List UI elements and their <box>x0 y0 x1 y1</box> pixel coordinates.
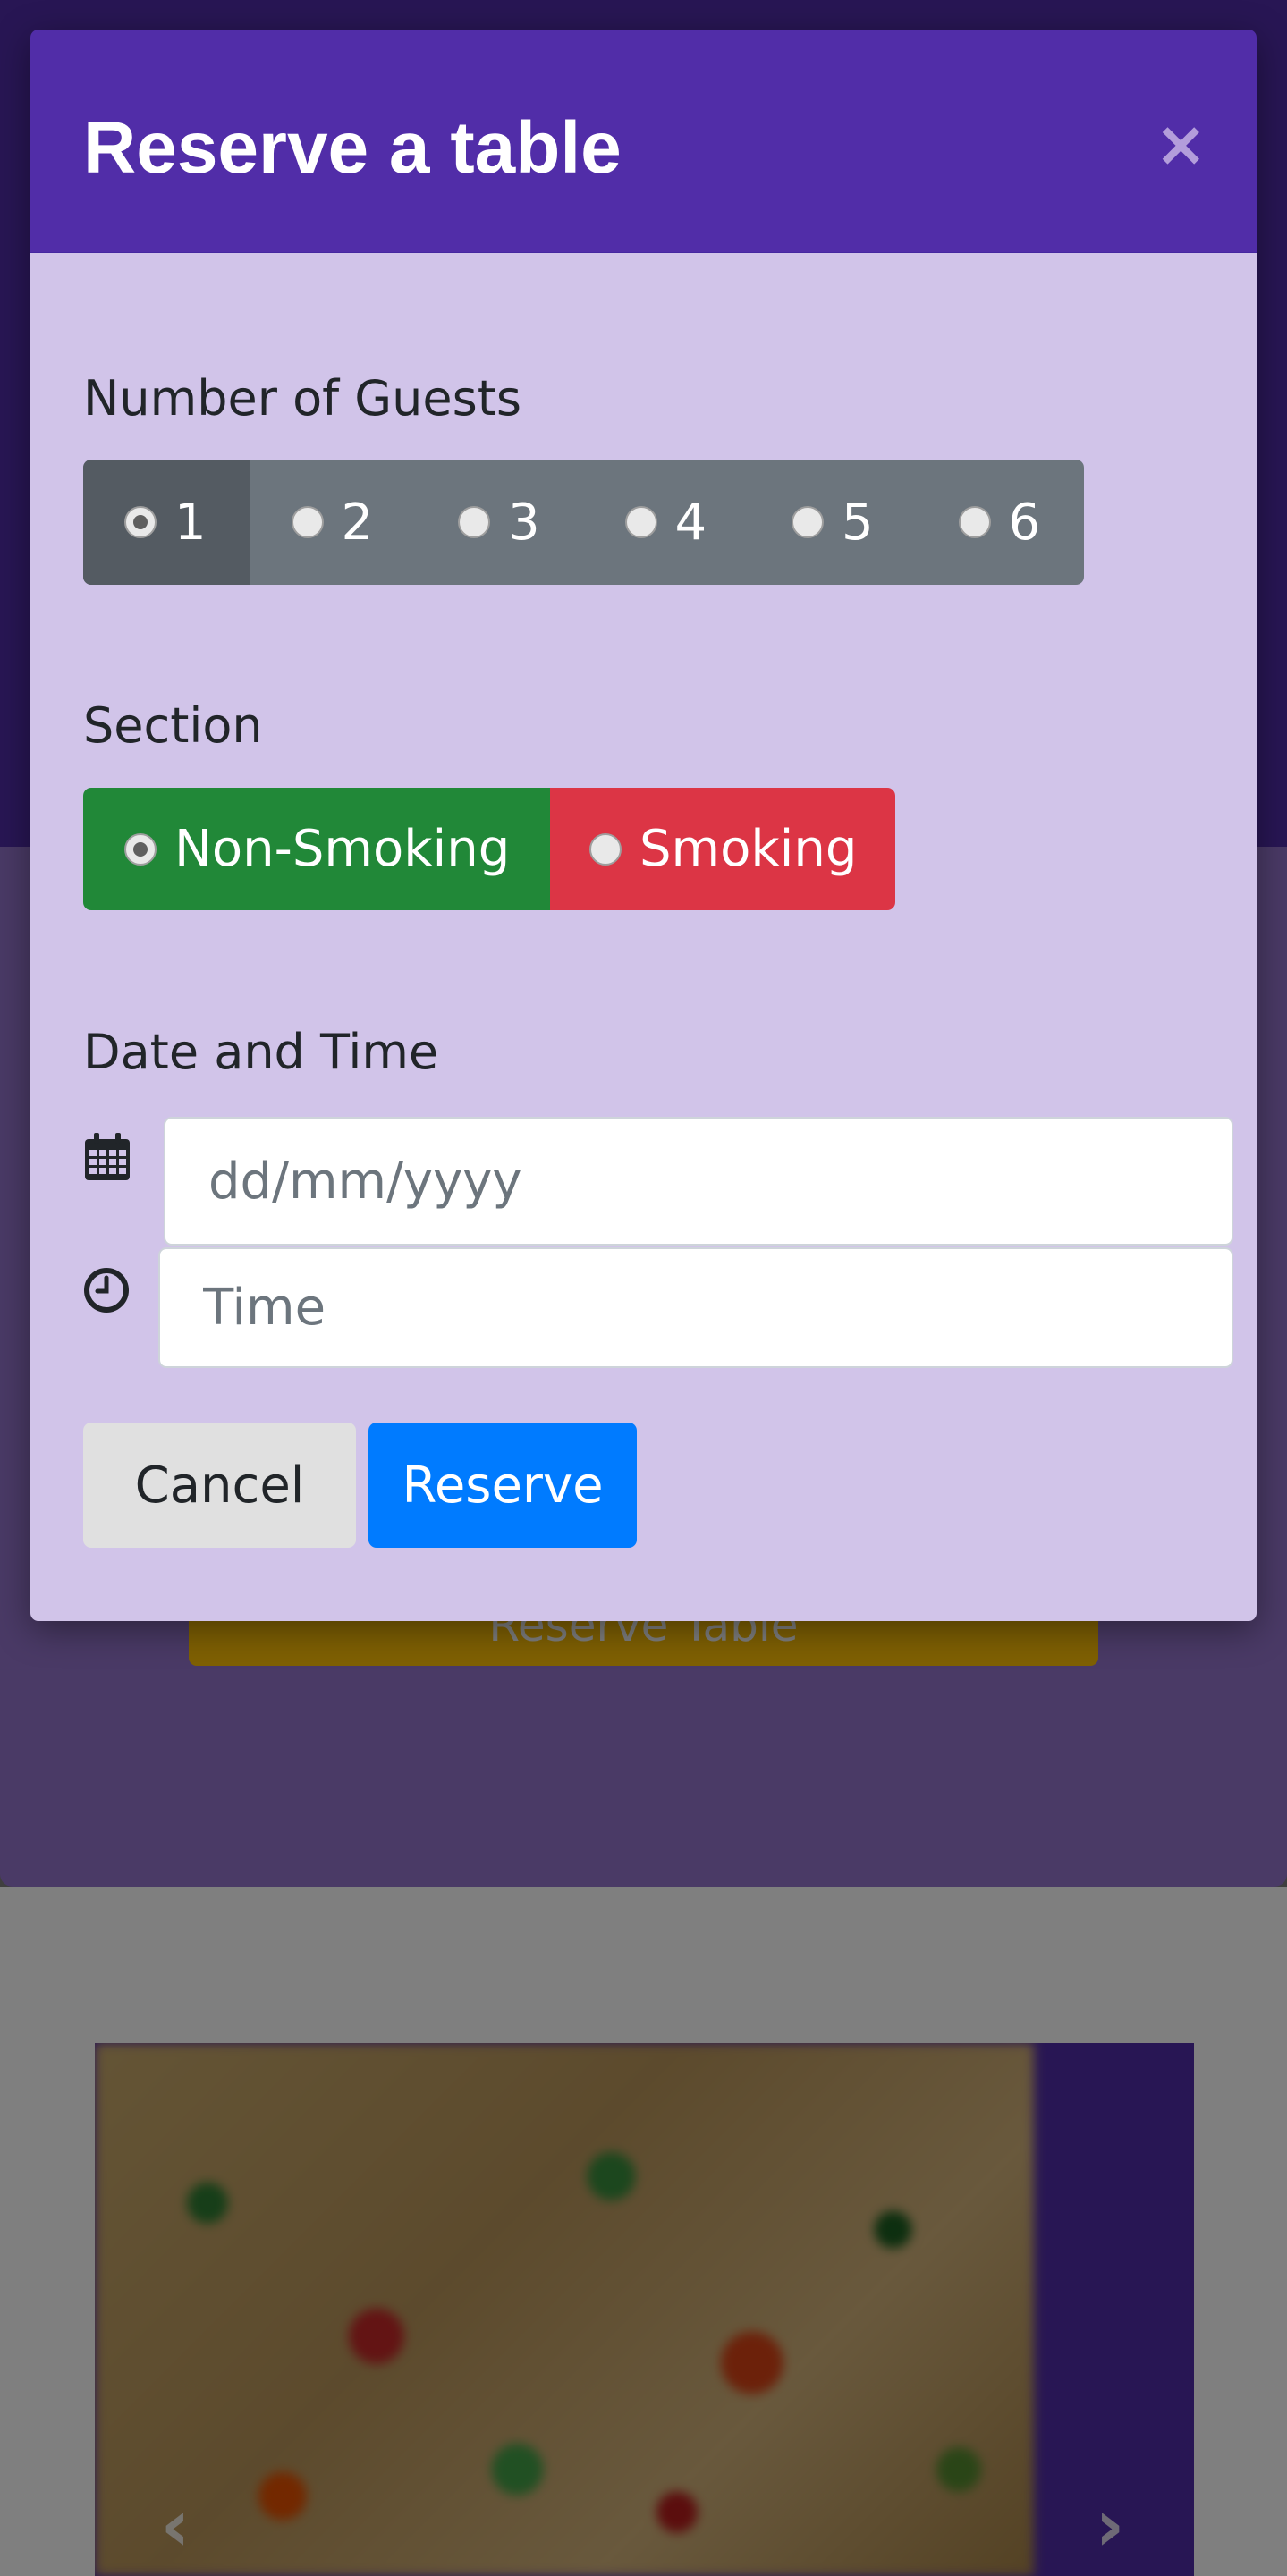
section-option-non-smoking[interactable]: Non-Smoking <box>83 788 550 910</box>
reserve-modal: Reserve a table × Number of Guests 1 2 3… <box>30 30 1257 1621</box>
radio-icon <box>958 506 991 538</box>
cancel-button[interactable]: Cancel <box>83 1423 356 1548</box>
section-option-label: Non-Smoking <box>174 820 511 878</box>
close-icon[interactable]: × <box>1155 113 1207 175</box>
section-option-smoking[interactable]: Smoking <box>550 788 895 910</box>
time-input[interactable] <box>158 1247 1233 1368</box>
guests-option-1[interactable]: 1 <box>83 460 250 585</box>
guests-option-3[interactable]: 3 <box>417 460 584 585</box>
guests-option-label: 4 <box>674 493 707 552</box>
section-button-group: Non-Smoking Smoking <box>83 788 895 910</box>
guests-option-2[interactable]: 2 <box>250 460 418 585</box>
guests-option-label: 1 <box>174 493 207 552</box>
date-input[interactable] <box>164 1117 1233 1246</box>
guests-button-group: 1 2 3 4 5 6 <box>83 460 1084 585</box>
guests-option-label: 6 <box>1008 493 1041 552</box>
section-option-label: Smoking <box>639 820 858 878</box>
section-label: Section <box>83 697 263 754</box>
radio-icon <box>624 506 657 538</box>
radio-icon <box>124 832 157 866</box>
radio-icon <box>589 832 622 866</box>
guests-option-4[interactable]: 4 <box>584 460 751 585</box>
modal-body <box>30 253 1257 1621</box>
guests-option-5[interactable]: 5 <box>750 460 918 585</box>
clock-icon <box>84 1268 129 1313</box>
radio-icon <box>458 506 490 538</box>
guests-option-label: 5 <box>842 493 874 552</box>
radio-icon <box>792 506 824 538</box>
modal-header: Reserve a table × <box>30 30 1257 253</box>
guests-label: Number of Guests <box>83 370 522 427</box>
datetime-label: Date and Time <box>83 1024 439 1080</box>
radio-icon <box>124 506 157 538</box>
radio-icon <box>291 506 324 538</box>
calendar-icon <box>85 1133 130 1180</box>
guests-option-6[interactable]: 6 <box>918 460 1085 585</box>
reserve-button[interactable]: Reserve <box>368 1423 637 1548</box>
guests-option-label: 3 <box>508 493 540 552</box>
modal-title: Reserve a table <box>83 107 622 189</box>
guests-option-label: 2 <box>341 493 374 552</box>
